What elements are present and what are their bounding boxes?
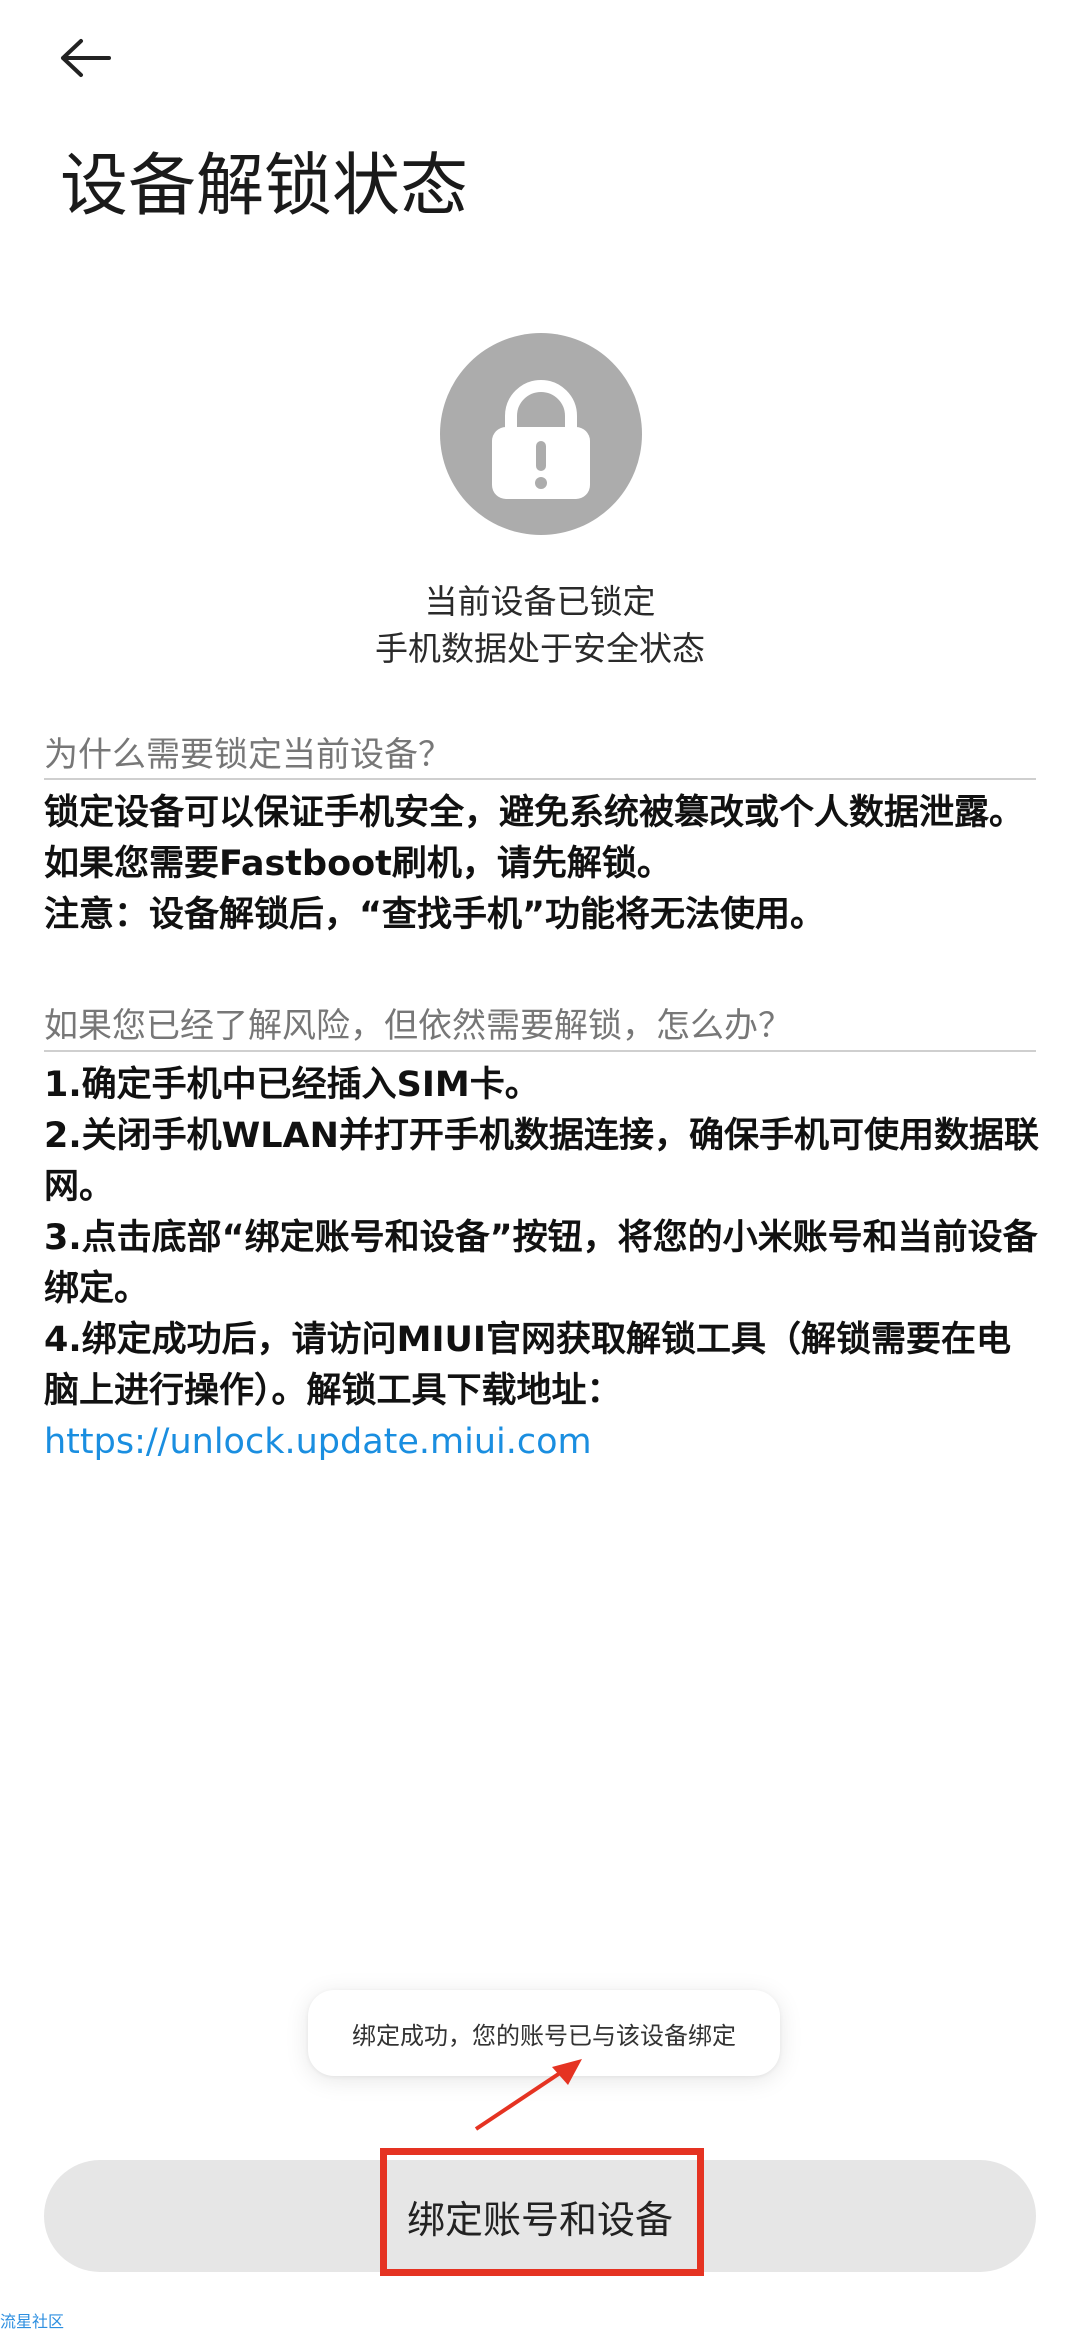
unlock-step-3: 3.点击底部“绑定账号和设备”按钮，将您的小米账号和当前设备绑定。 [44, 1218, 1038, 1309]
lock-status-text: 当前设备已锁定 [424, 582, 656, 621]
unlock-step-1: 1.确定手机中已经插入SIM卡。 [44, 1065, 540, 1105]
back-arrow-icon [59, 38, 111, 82]
unlock-step-4: 4.绑定成功后，请访问MIUI官网获取解锁工具（解锁需要在电脑上进行操作）。解锁… [44, 1320, 1011, 1411]
unlock-tool-link[interactable]: https://unlock.update.miui.com [44, 1422, 592, 1462]
unlock-steps: 1.确定手机中已经插入SIM卡。 2.关闭手机WLAN并打开手机数据连接，确保手… [44, 1060, 1044, 1468]
unlock-step-2: 2.关闭手机WLAN并打开手机数据连接，确保手机可使用数据联网。 [44, 1116, 1039, 1207]
watermark: 流星社区 [0, 2312, 65, 2331]
lock-status-subtext: 手机数据处于安全状态 [375, 629, 705, 668]
back-button[interactable] [50, 30, 120, 90]
annotation-arrow-icon [474, 2059, 582, 2131]
section-heading-how-unlock: 如果您已经了解风险，但依然需要解锁，怎么办？ [44, 1006, 792, 1046]
annotation-highlight-box [380, 2148, 704, 2276]
lock-icon [492, 380, 590, 499]
why-lock-paragraph: 锁定设备可以保证手机安全，避免系统被篡改或个人数据泄露。如果您需要Fastboo… [44, 793, 1025, 884]
section-divider [44, 1050, 1036, 1052]
page-title: 设备解锁状态 [60, 147, 469, 226]
lock-status-badge [440, 333, 642, 535]
section-heading-why-lock: 为什么需要锁定当前设备？ [44, 735, 452, 775]
why-lock-note: 注意：设备解锁后，“查找手机”功能将无法使用。 [44, 895, 826, 935]
why-lock-description: 锁定设备可以保证手机安全，避免系统被篡改或个人数据泄露。如果您需要Fastboo… [44, 788, 1044, 941]
section-divider [44, 778, 1036, 780]
